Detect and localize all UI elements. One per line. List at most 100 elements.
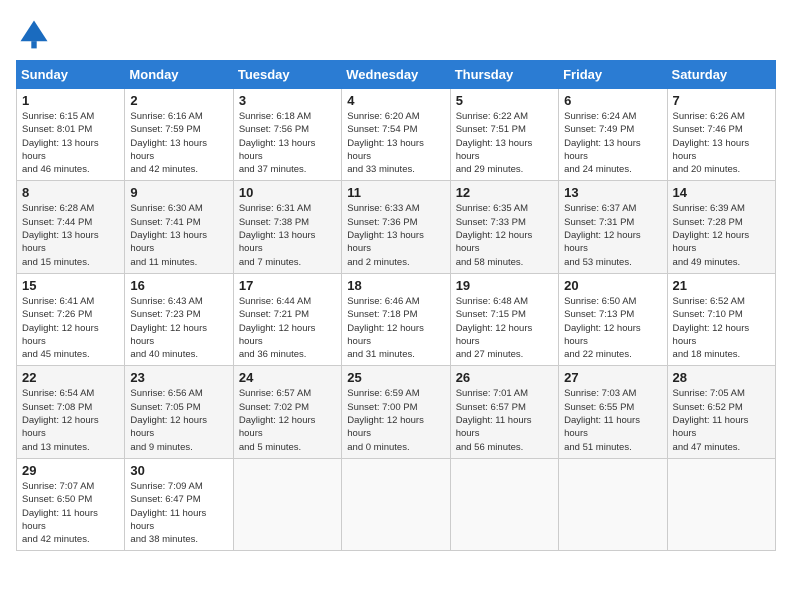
day-number: 24 xyxy=(239,370,336,385)
day-cell: 21 Sunrise: 6:52 AMSunset: 7:10 PMDayligh… xyxy=(667,273,775,365)
weekday-header: Sunday xyxy=(17,61,125,89)
day-cell: 6 Sunrise: 6:24 AMSunset: 7:49 PMDaylight… xyxy=(559,89,667,181)
day-info: Sunrise: 7:09 AMSunset: 6:47 PMDaylight:… xyxy=(130,480,227,546)
day-cell: 24 Sunrise: 6:57 AMSunset: 7:02 PMDayligh… xyxy=(233,366,341,458)
logo xyxy=(16,16,56,52)
day-info: Sunrise: 7:03 AMSunset: 6:55 PMDaylight:… xyxy=(564,387,661,453)
day-info: Sunrise: 6:30 AMSunset: 7:41 PMDaylight:… xyxy=(130,202,227,268)
day-cell: 30 Sunrise: 7:09 AMSunset: 6:47 PMDayligh… xyxy=(125,458,233,550)
day-number: 20 xyxy=(564,278,661,293)
day-number: 14 xyxy=(673,185,770,200)
weekday-header: Tuesday xyxy=(233,61,341,89)
day-info: Sunrise: 6:41 AMSunset: 7:26 PMDaylight:… xyxy=(22,295,119,361)
day-number: 27 xyxy=(564,370,661,385)
day-cell: 22 Sunrise: 6:54 AMSunset: 7:08 PMDayligh… xyxy=(17,366,125,458)
day-number: 12 xyxy=(456,185,553,200)
day-number: 29 xyxy=(22,463,119,478)
day-cell: 18 Sunrise: 6:46 AMSunset: 7:18 PMDayligh… xyxy=(342,273,450,365)
weekday-header: Friday xyxy=(559,61,667,89)
day-cell: 12 Sunrise: 6:35 AMSunset: 7:33 PMDayligh… xyxy=(450,181,558,273)
day-info: Sunrise: 6:59 AMSunset: 7:00 PMDaylight:… xyxy=(347,387,444,453)
day-cell: 26Sunrise: 7:01 AMSunset: 6:57 PMDayligh… xyxy=(450,366,558,458)
day-cell: 11Sunrise: 6:33 AMSunset: 7:36 PMDayligh… xyxy=(342,181,450,273)
day-cell: 13Sunrise: 6:37 AMSunset: 7:31 PMDayligh… xyxy=(559,181,667,273)
day-cell: 28 Sunrise: 7:05 AMSunset: 6:52 PMDayligh… xyxy=(667,366,775,458)
calendar-table: SundayMondayTuesdayWednesdayThursdayFrid… xyxy=(16,60,776,551)
day-number: 30 xyxy=(130,463,227,478)
day-info: Sunrise: 6:52 AMSunset: 7:10 PMDaylight:… xyxy=(673,295,770,361)
day-number: 5 xyxy=(456,93,553,108)
calendar-week-row: 29Sunrise: 7:07 AMSunset: 6:50 PMDayligh… xyxy=(17,458,776,550)
day-info: Sunrise: 7:05 AMSunset: 6:52 PMDaylight:… xyxy=(673,387,770,453)
day-info: Sunrise: 6:31 AMSunset: 7:38 PMDaylight:… xyxy=(239,202,336,268)
day-number: 25 xyxy=(347,370,444,385)
empty-cell xyxy=(450,458,558,550)
empty-cell xyxy=(667,458,775,550)
day-info: Sunrise: 6:33 AMSunset: 7:36 PMDaylight:… xyxy=(347,202,444,268)
weekday-header: Thursday xyxy=(450,61,558,89)
day-cell: 2 Sunrise: 6:16 AMSunset: 7:59 PMDaylight… xyxy=(125,89,233,181)
day-cell: 19Sunrise: 6:48 AMSunset: 7:15 PMDayligh… xyxy=(450,273,558,365)
weekday-header-row: SundayMondayTuesdayWednesdayThursdayFrid… xyxy=(17,61,776,89)
day-info: Sunrise: 7:01 AMSunset: 6:57 PMDaylight:… xyxy=(456,387,553,453)
empty-cell xyxy=(233,458,341,550)
day-cell: 1 Sunrise: 6:15 AMSunset: 8:01 PMDaylight… xyxy=(17,89,125,181)
empty-cell xyxy=(559,458,667,550)
day-info: Sunrise: 6:56 AMSunset: 7:05 PMDaylight:… xyxy=(130,387,227,453)
day-cell: 15 Sunrise: 6:41 AMSunset: 7:26 PMDayligh… xyxy=(17,273,125,365)
day-info: Sunrise: 6:39 AMSunset: 7:28 PMDaylight:… xyxy=(673,202,770,268)
day-number: 3 xyxy=(239,93,336,108)
day-number: 4 xyxy=(347,93,444,108)
day-cell: 17Sunrise: 6:44 AMSunset: 7:21 PMDayligh… xyxy=(233,273,341,365)
day-info: Sunrise: 6:16 AMSunset: 7:59 PMDaylight:… xyxy=(130,110,227,176)
calendar-week-row: 15 Sunrise: 6:41 AMSunset: 7:26 PMDayligh… xyxy=(17,273,776,365)
day-cell: 3 Sunrise: 6:18 AMSunset: 7:56 PMDaylight… xyxy=(233,89,341,181)
day-number: 6 xyxy=(564,93,661,108)
day-cell: 10 Sunrise: 6:31 AMSunset: 7:38 PMDayligh… xyxy=(233,181,341,273)
day-info: Sunrise: 6:18 AMSunset: 7:56 PMDaylight:… xyxy=(239,110,336,176)
day-cell: 9 Sunrise: 6:30 AMSunset: 7:41 PMDaylight… xyxy=(125,181,233,273)
day-number: 21 xyxy=(673,278,770,293)
day-info: Sunrise: 6:57 AMSunset: 7:02 PMDaylight:… xyxy=(239,387,336,453)
day-number: 18 xyxy=(347,278,444,293)
day-number: 10 xyxy=(239,185,336,200)
empty-cell xyxy=(342,458,450,550)
weekday-header: Monday xyxy=(125,61,233,89)
day-number: 16 xyxy=(130,278,227,293)
day-info: Sunrise: 6:20 AMSunset: 7:54 PMDaylight:… xyxy=(347,110,444,176)
day-cell: 4 Sunrise: 6:20 AMSunset: 7:54 PMDaylight… xyxy=(342,89,450,181)
day-cell: 23 Sunrise: 6:56 AMSunset: 7:05 PMDayligh… xyxy=(125,366,233,458)
day-number: 13 xyxy=(564,185,661,200)
day-info: Sunrise: 6:28 AMSunset: 7:44 PMDaylight:… xyxy=(22,202,119,268)
day-number: 15 xyxy=(22,278,119,293)
calendar-week-row: 8 Sunrise: 6:28 AMSunset: 7:44 PMDaylight… xyxy=(17,181,776,273)
day-info: Sunrise: 6:48 AMSunset: 7:15 PMDaylight:… xyxy=(456,295,553,361)
day-cell: 14 Sunrise: 6:39 AMSunset: 7:28 PMDayligh… xyxy=(667,181,775,273)
day-number: 23 xyxy=(130,370,227,385)
day-number: 17 xyxy=(239,278,336,293)
day-info: Sunrise: 6:22 AMSunset: 7:51 PMDaylight:… xyxy=(456,110,553,176)
page-header xyxy=(16,16,776,52)
day-info: Sunrise: 6:43 AMSunset: 7:23 PMDaylight:… xyxy=(130,295,227,361)
day-cell: 25 Sunrise: 6:59 AMSunset: 7:00 PMDayligh… xyxy=(342,366,450,458)
day-info: Sunrise: 6:35 AMSunset: 7:33 PMDaylight:… xyxy=(456,202,553,268)
day-info: Sunrise: 6:46 AMSunset: 7:18 PMDaylight:… xyxy=(347,295,444,361)
day-number: 28 xyxy=(673,370,770,385)
calendar-week-row: 1 Sunrise: 6:15 AMSunset: 8:01 PMDaylight… xyxy=(17,89,776,181)
day-number: 2 xyxy=(130,93,227,108)
day-number: 1 xyxy=(22,93,119,108)
calendar-week-row: 22 Sunrise: 6:54 AMSunset: 7:08 PMDayligh… xyxy=(17,366,776,458)
day-info: Sunrise: 6:24 AMSunset: 7:49 PMDaylight:… xyxy=(564,110,661,176)
day-number: 22 xyxy=(22,370,119,385)
day-info: Sunrise: 6:15 AMSunset: 8:01 PMDaylight:… xyxy=(22,110,119,176)
day-cell: 5 Sunrise: 6:22 AMSunset: 7:51 PMDaylight… xyxy=(450,89,558,181)
logo-icon xyxy=(16,16,52,52)
day-number: 8 xyxy=(22,185,119,200)
day-info: Sunrise: 6:54 AMSunset: 7:08 PMDaylight:… xyxy=(22,387,119,453)
day-cell: 8 Sunrise: 6:28 AMSunset: 7:44 PMDaylight… xyxy=(17,181,125,273)
day-number: 9 xyxy=(130,185,227,200)
day-info: Sunrise: 6:50 AMSunset: 7:13 PMDaylight:… xyxy=(564,295,661,361)
day-cell: 27 Sunrise: 7:03 AMSunset: 6:55 PMDayligh… xyxy=(559,366,667,458)
day-cell: 29Sunrise: 7:07 AMSunset: 6:50 PMDayligh… xyxy=(17,458,125,550)
weekday-header: Saturday xyxy=(667,61,775,89)
